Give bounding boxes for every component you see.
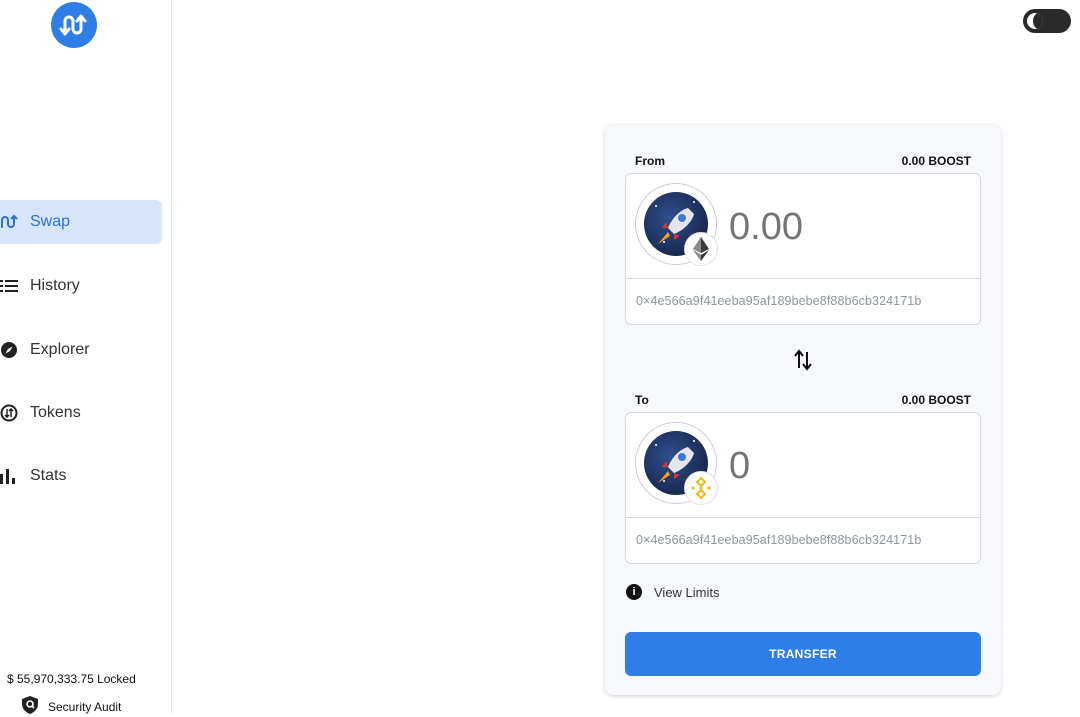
swap-card: From 0.00 BOOST 0×4e566a9: [605, 125, 1001, 695]
swap-icon: [0, 212, 30, 232]
ethereum-icon: [684, 232, 718, 266]
sidebar: Swap History Explorer Tokens Stats $ 55,…: [0, 0, 172, 715]
total-locked-value: $ 55,970,333.75 Locked: [7, 672, 136, 686]
compass-icon: [0, 340, 30, 360]
to-balance: 0.00 BOOST: [901, 393, 971, 407]
bridge-logo-icon[interactable]: [51, 2, 97, 48]
from-address: 0×4e566a9f41eeba95af189bebe8f88b6cb32417…: [636, 294, 922, 308]
sidebar-item-label: Stats: [30, 467, 67, 484]
sidebar-item-label: Swap: [30, 213, 71, 230]
security-audit-link[interactable]: Security Audit: [22, 696, 121, 717]
to-token-selector[interactable]: [635, 422, 718, 505]
shield-icon: [22, 696, 38, 717]
sidebar-item-stats[interactable]: Stats: [0, 454, 162, 498]
bnb-icon: [684, 471, 718, 505]
security-audit-label: Security Audit: [48, 699, 122, 714]
swap-direction-icon[interactable]: [793, 348, 813, 372]
bar-chart-icon: [0, 466, 30, 486]
sidebar-item-label: Tokens: [30, 404, 81, 421]
from-balance: 0.00 BOOST: [901, 154, 971, 168]
to-address: 0×4e566a9f41eeba95af189bebe8f88b6cb32417…: [636, 533, 922, 547]
info-icon: i: [626, 584, 642, 600]
list-icon: [0, 276, 30, 296]
sidebar-item-label: Explorer: [30, 341, 90, 358]
from-token-selector[interactable]: [635, 183, 718, 266]
sidebar-item-tokens[interactable]: Tokens: [0, 391, 162, 435]
to-label: To: [635, 393, 649, 407]
from-box: 0×4e566a9f41eeba95af189bebe8f88b6cb32417…: [625, 173, 981, 325]
token-exchange-icon: [0, 403, 30, 423]
transfer-button[interactable]: TRANSFER: [625, 632, 981, 676]
theme-toggle[interactable]: [1023, 9, 1071, 33]
moon-icon: [1027, 13, 1043, 29]
sidebar-item-explorer[interactable]: Explorer: [0, 328, 162, 372]
sidebar-item-swap[interactable]: Swap: [0, 200, 162, 244]
sidebar-item-label: History: [30, 277, 80, 294]
to-box: 0×4e566a9f41eeba95af189bebe8f88b6cb32417…: [625, 412, 981, 564]
view-limits-link[interactable]: i View Limits: [626, 584, 720, 600]
to-amount-input[interactable]: [727, 441, 971, 491]
from-amount-input[interactable]: [727, 202, 971, 252]
sidebar-item-history[interactable]: History: [0, 264, 162, 308]
from-label: From: [635, 154, 665, 168]
view-limits-label: View Limits: [654, 584, 720, 600]
